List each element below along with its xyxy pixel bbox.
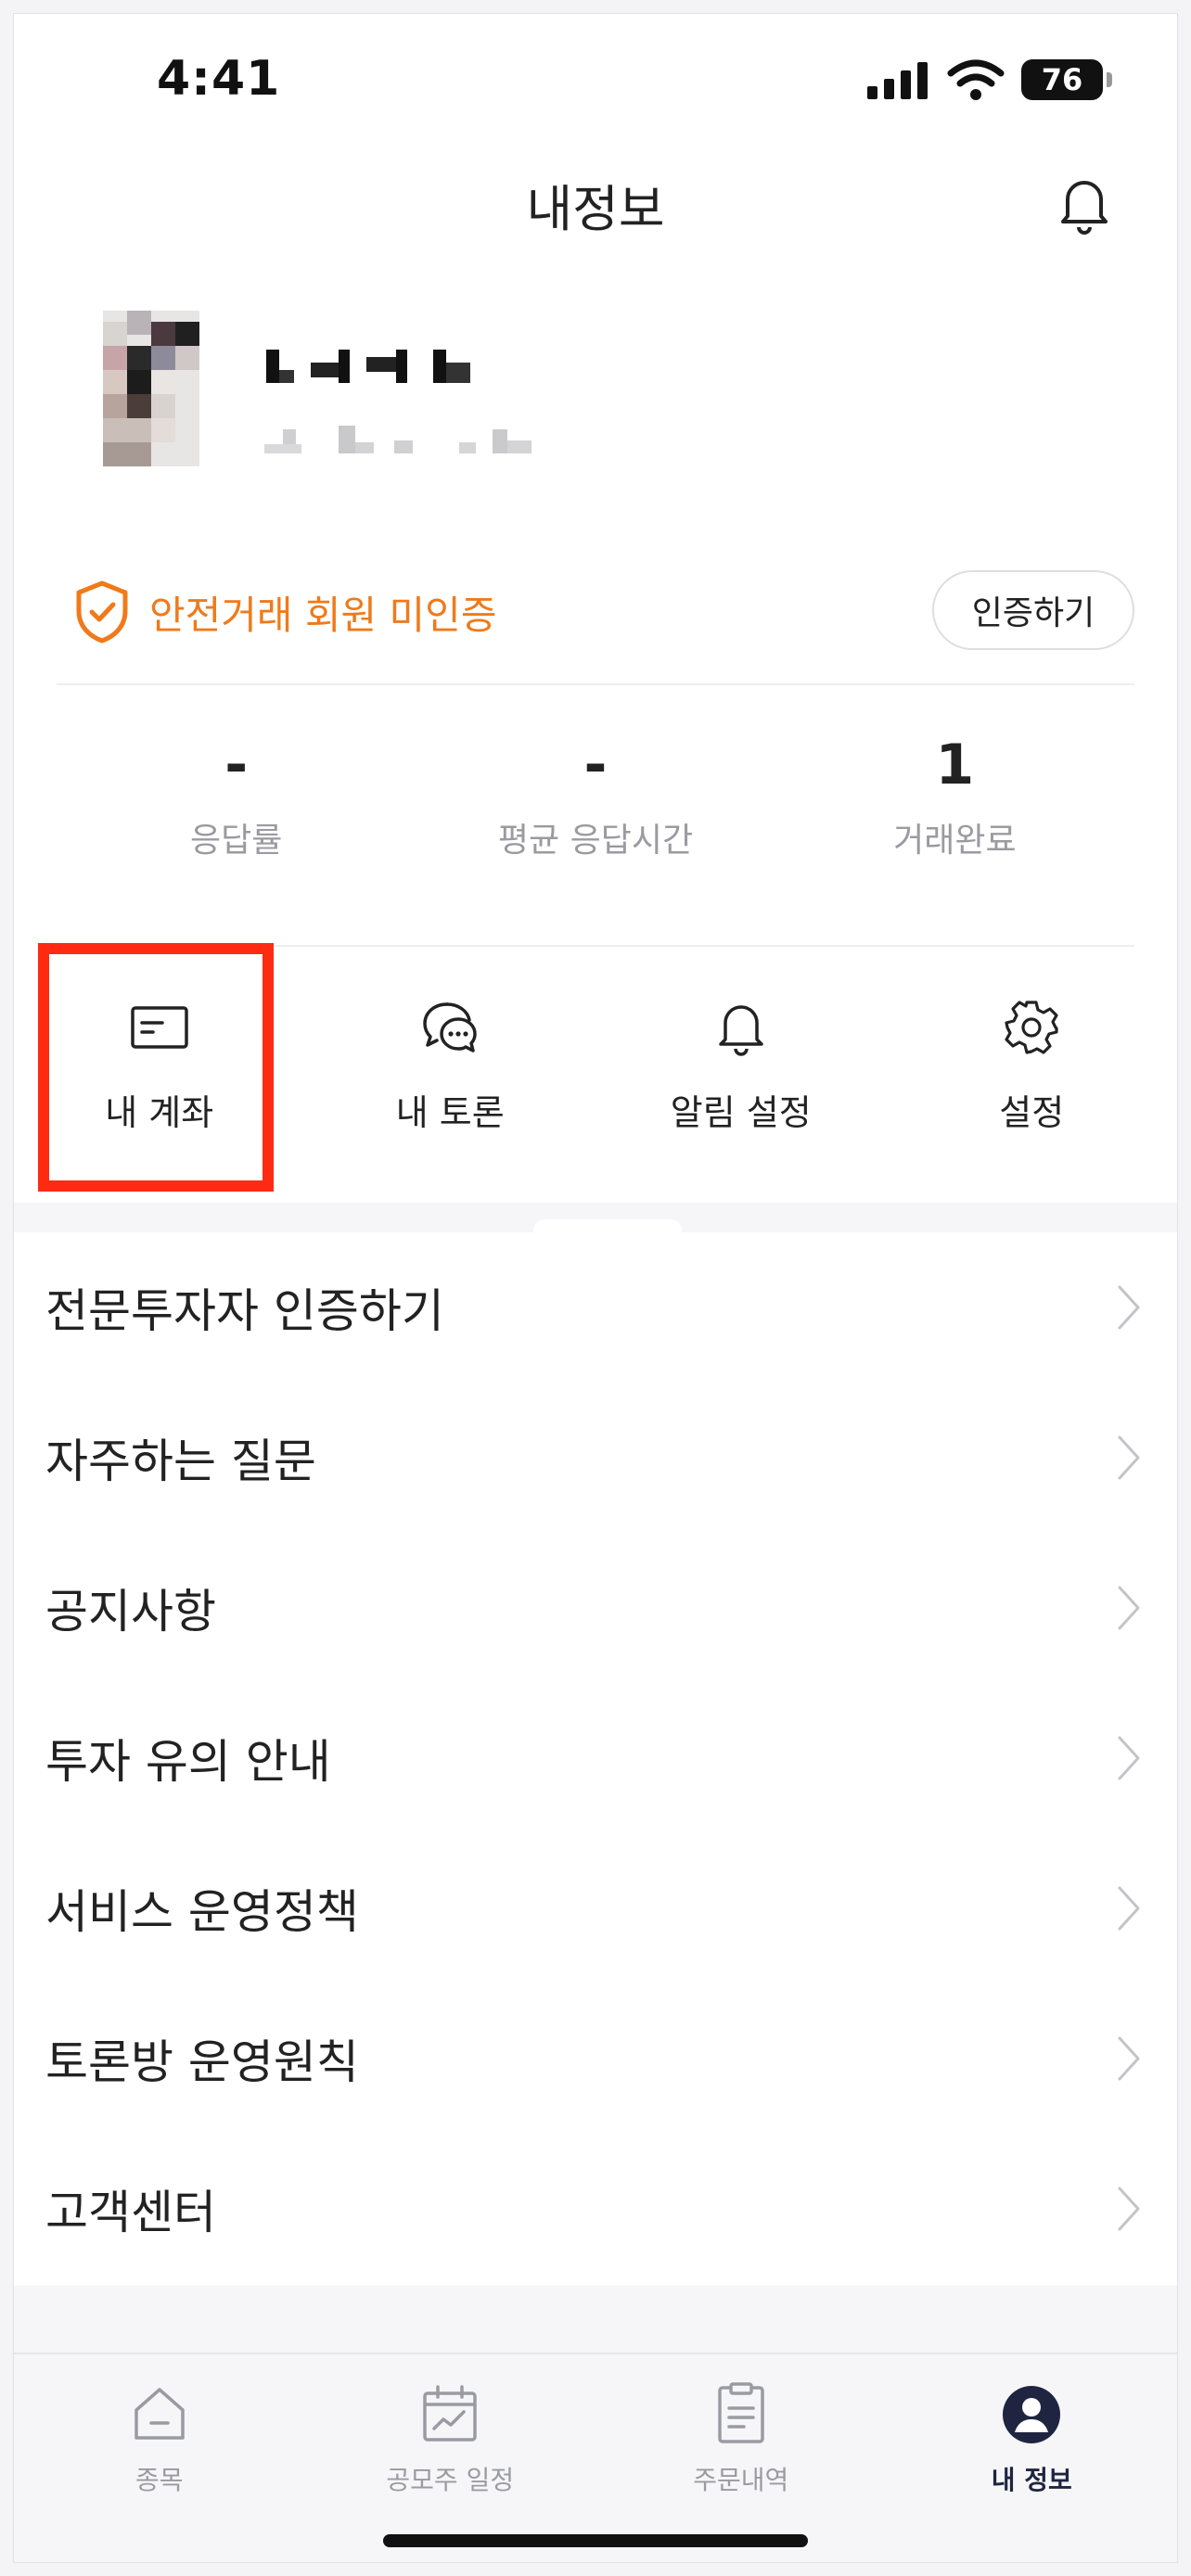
bottom-spacer <box>14 2286 1177 2353</box>
stat-avg-response-time: - 평균 응답시간 <box>416 728 775 861</box>
tab-stocks[interactable]: 종목 <box>14 2354 305 2562</box>
highlight-annotation <box>38 943 274 1192</box>
chevron-right-icon <box>1118 1886 1140 1931</box>
menu-item-label: 공지사항 <box>45 1585 216 1639</box>
notification-bell-icon[interactable] <box>1051 170 1118 236</box>
tab-label: 공모주 일정 <box>386 2465 515 2495</box>
gear-icon <box>1005 1001 1058 1054</box>
tab-label: 종목 <box>134 2465 184 2495</box>
signal-icon <box>867 62 928 99</box>
menu-item-investment-caution[interactable]: 투자 유의 안내 <box>14 1683 1177 1833</box>
profile-name-redacted <box>266 350 470 383</box>
battery-indicator: 76 <box>1021 59 1112 100</box>
menu-item-customer-center[interactable]: 고객센터 <box>14 2134 1177 2284</box>
quick-item-settings[interactable]: 설정 <box>887 997 1178 1154</box>
bottom-tab-bar: 종목 공모주 일정 주문내역 내 정보 <box>14 2353 1178 2562</box>
tab-label: 내 정보 <box>991 2465 1072 2495</box>
menu-item-service-policy[interactable]: 서비스 운영정책 <box>14 1833 1177 1983</box>
calendar-chart-icon <box>423 2385 477 2442</box>
quick-item-notification-settings[interactable]: 알림 설정 <box>596 997 887 1154</box>
quick-item-label: 내 토론 <box>395 1092 505 1133</box>
menu-item-label: 투자 유의 안내 <box>45 1735 331 1789</box>
quick-item-my-discussions[interactable]: 내 토론 <box>305 997 596 1154</box>
shield-check-icon <box>76 580 128 644</box>
status-icons: 76 <box>865 58 1112 101</box>
tab-order-history[interactable]: 주문내역 <box>596 2354 887 2562</box>
home-indicator <box>383 2534 808 2547</box>
menu-item-label: 토론방 운영원칙 <box>45 2035 359 2089</box>
menu-item-label: 전문투자자 인증하기 <box>45 1284 444 1338</box>
chevron-right-icon <box>1118 1736 1140 1780</box>
quick-item-label: 설정 <box>999 1092 1065 1133</box>
home-icon <box>134 2388 185 2440</box>
stat-completed-trades: 1 거래완료 <box>775 728 1134 861</box>
menu-item-professional-investor[interactable]: 전문투자자 인증하기 <box>14 1232 1177 1383</box>
menu-item-discussion-rules[interactable]: 토론방 운영원칙 <box>14 1983 1177 2134</box>
status-time: 4:41 <box>157 51 281 107</box>
stat-label: 응답률 <box>189 822 283 860</box>
menu-item-label: 서비스 운영정책 <box>45 1885 359 1939</box>
stat-value: - <box>583 733 608 797</box>
safety-status-row: 안전거래 회원 미인증 인증하기 <box>57 570 1134 654</box>
quick-item-label: 알림 설정 <box>670 1092 812 1133</box>
app-screen: 4:41 76 내정보 안전거래 회원 미인증 인증하기 - 응답률 - 평균 … <box>13 13 1178 2563</box>
menu-item-label: 고객센터 <box>45 2186 216 2239</box>
tab-my-info[interactable]: 내 정보 <box>887 2354 1178 2562</box>
profile-icon <box>1003 2386 1061 2443</box>
divider <box>57 683 1134 685</box>
stat-label: 평균 응답시간 <box>497 822 694 860</box>
verify-button[interactable]: 인증하기 <box>932 570 1134 650</box>
tab-label: 주문내역 <box>693 2465 789 2495</box>
wifi-icon <box>947 59 1005 100</box>
stats-row: - 응답률 - 평균 응답시간 1 거래완료 <box>57 728 1134 861</box>
bell-icon <box>719 1005 763 1056</box>
stat-value: - <box>224 733 249 797</box>
stat-label: 거래완료 <box>893 822 1017 860</box>
chevron-right-icon <box>1118 1285 1140 1330</box>
menu-item-label: 자주하는 질문 <box>45 1435 316 1488</box>
battery-level: 76 <box>1041 62 1083 97</box>
chevron-right-icon <box>1118 2036 1140 2081</box>
document-icon <box>718 2382 764 2443</box>
stat-response-rate: - 응답률 <box>57 728 416 861</box>
avatar[interactable] <box>103 311 199 466</box>
stat-value: 1 <box>935 733 975 797</box>
chevron-right-icon <box>1118 2187 1140 2231</box>
chevron-right-icon <box>1118 1586 1140 1630</box>
chevron-right-icon <box>1118 1435 1140 1480</box>
menu-item-faq[interactable]: 자주하는 질문 <box>14 1383 1177 1533</box>
chat-bubbles-icon <box>423 1002 477 1052</box>
menu-list: 전문투자자 인증하기 자주하는 질문 공지사항 투자 유의 안내 서비스 운영정… <box>14 1232 1177 2284</box>
page-title: 내정보 <box>526 180 665 238</box>
menu-item-notices[interactable]: 공지사항 <box>14 1533 1177 1683</box>
tab-ipo-schedule[interactable]: 공모주 일정 <box>305 2354 596 2562</box>
profile-subtitle-redacted <box>264 426 531 453</box>
safety-status-text: 안전거래 회원 미인증 <box>149 592 497 638</box>
